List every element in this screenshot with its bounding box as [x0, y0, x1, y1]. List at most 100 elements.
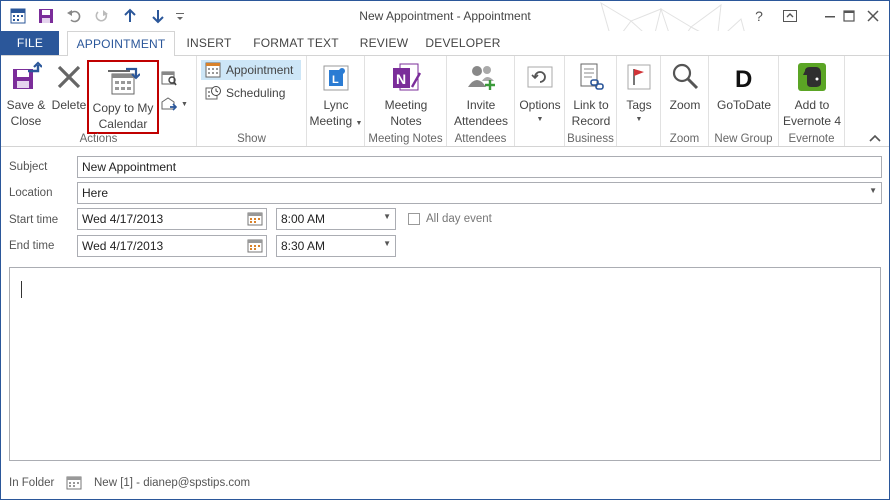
tab-developer[interactable]: DEVELOPER [425, 31, 501, 55]
svg-text:L: L [332, 74, 339, 86]
subject-field[interactable]: New Appointment [77, 156, 882, 178]
delete-icon [52, 60, 86, 94]
end-time-dropdown-icon[interactable]: ▼ [383, 239, 391, 248]
copy-to-my-calendar-button[interactable]: Copy to My Calendar [87, 60, 159, 134]
lync-meeting-caret: ▼ [355, 120, 363, 127]
gotodate-button[interactable]: D GoToDate [711, 60, 777, 113]
invite-attendees-label-1: Invite [466, 98, 496, 112]
show-appointment-label: Appointment [226, 63, 294, 77]
group-new-group: D GoToDate New Group [709, 56, 779, 146]
zoom-magnifier-icon [668, 60, 702, 94]
forward-dropdown-button[interactable]: ▼ [161, 94, 188, 114]
help-button[interactable]: ? [745, 5, 773, 27]
location-value: Here [82, 186, 109, 200]
start-date-calendar-icon[interactable] [247, 211, 263, 227]
options-button[interactable]: Options ▼ [517, 60, 563, 123]
maximize-icon [843, 10, 855, 22]
tab-insert[interactable]: INSERT [183, 31, 235, 55]
copy-to-my-calendar-label-2: Calendar [98, 117, 148, 131]
title-bar: New Appointment - Appointment ? [1, 1, 889, 55]
calendar-search-icon [161, 71, 177, 86]
group-business-label: Business [567, 133, 614, 145]
add-to-evernote-label-2: Evernote 4 [782, 114, 842, 128]
start-time-label: Start time [9, 214, 59, 226]
gotodate-icon: D [727, 60, 761, 94]
collapse-ribbon-button[interactable] [869, 132, 881, 142]
tab-format-text[interactable]: FORMAT TEXT [249, 31, 343, 55]
zoom-button[interactable]: Zoom [663, 60, 707, 113]
forward-icon [161, 97, 177, 111]
end-date-calendar-icon[interactable] [247, 238, 263, 254]
tab-file[interactable]: FILE [1, 31, 59, 55]
start-time-value: 8:00 AM [281, 212, 326, 226]
invite-attendees-label-2: Attendees [453, 114, 509, 128]
group-meeting-notes-label: Meeting Notes [368, 133, 443, 145]
delete-label: Delete [51, 98, 87, 112]
group-attendees: Invite Attendees Attendees [447, 56, 515, 146]
notes-body-editor[interactable] [9, 267, 881, 461]
appointment-window: New Appointment - Appointment ? FILE APP… [0, 0, 890, 500]
group-options: Options ▼ [515, 56, 565, 146]
zoom-label: Zoom [669, 98, 701, 112]
lync-icon: L [319, 60, 353, 94]
add-to-evernote-label-1: Add to [794, 98, 830, 112]
collapse-ribbon-icon [869, 134, 881, 142]
group-zoom-label: Zoom [669, 133, 700, 145]
end-date-field[interactable]: Wed 4/17/2013 [77, 235, 267, 257]
lync-meeting-button[interactable]: L Lync Meeting ▼ [309, 60, 363, 132]
ribbon: Save & Close Delete Copy to My Calendar [1, 55, 889, 147]
subject-label: Subject [9, 161, 48, 173]
tags-flag-icon [622, 60, 656, 94]
lync-meeting-label-1: Lync [323, 98, 349, 112]
link-to-record-button[interactable]: Link to Record [567, 60, 615, 129]
end-time-value: 8:30 AM [281, 239, 326, 253]
start-date-field[interactable]: Wed 4/17/2013 [77, 208, 267, 230]
options-caret: ▼ [536, 116, 544, 123]
calendar-forward-button[interactable] [161, 68, 177, 88]
tags-caret: ▼ [635, 116, 643, 123]
start-time-field[interactable]: 8:00 AM ▼ [276, 208, 396, 230]
ribbon-display-options-button[interactable] [776, 5, 804, 27]
tab-appointment[interactable]: APPOINTMENT [67, 31, 175, 56]
forward-dropdown-caret: ▼ [181, 100, 188, 108]
status-bar: In Folder New [1] - dianep@spstips.com [1, 471, 889, 499]
show-scheduling-button[interactable]: Scheduling [204, 83, 285, 103]
link-to-record-label-2: Record [571, 114, 611, 128]
add-to-evernote-button[interactable]: Add to Evernote 4 [781, 60, 843, 129]
save-close-label-2: Close [10, 114, 42, 128]
tab-review[interactable]: REVIEW [357, 31, 411, 55]
end-time-field[interactable]: 8:30 AM ▼ [276, 235, 396, 257]
options-icon [523, 60, 557, 94]
location-field[interactable]: Here ▼ [77, 182, 882, 204]
gotodate-label: GoToDate [716, 98, 772, 112]
group-actions: Save & Close Delete Copy to My Calendar [1, 56, 197, 146]
group-evernote: Add to Evernote 4 Evernote [779, 56, 845, 146]
invite-attendees-button[interactable]: Invite Attendees [449, 60, 513, 129]
group-business: Link to Record Business [565, 56, 617, 146]
meeting-notes-button[interactable]: N Meeting Notes [375, 60, 437, 129]
copy-to-calendar-icon [106, 64, 140, 97]
group-zoom: Zoom Zoom [661, 56, 709, 146]
in-folder-label: In Folder [9, 477, 55, 489]
evernote-elephant-icon [795, 60, 829, 94]
group-lync: L Lync Meeting ▼ [307, 56, 365, 146]
show-scheduling-label: Scheduling [226, 86, 286, 100]
location-dropdown-icon[interactable]: ▼ [869, 186, 877, 195]
delete-button[interactable]: Delete [49, 60, 89, 113]
tags-button[interactable]: Tags ▼ [619, 60, 659, 123]
save-close-button[interactable]: Save & Close [5, 60, 47, 129]
options-label: Options [519, 98, 561, 112]
folder-name: New [1] - dianep@spstips.com [94, 477, 251, 489]
start-date-value: Wed 4/17/2013 [82, 212, 164, 226]
close-button[interactable] [859, 5, 887, 27]
all-day-checkbox[interactable] [408, 213, 420, 225]
onenote-icon: N [389, 60, 423, 94]
copy-to-my-calendar-label-1: Copy to My [92, 101, 154, 115]
tags-label: Tags [626, 98, 652, 112]
folder-calendar-icon [66, 476, 82, 490]
save-close-icon [9, 60, 43, 94]
text-cursor [21, 281, 22, 298]
show-appointment-button[interactable]: Appointment [201, 60, 301, 80]
end-time-label: End time [9, 240, 55, 252]
start-time-dropdown-icon[interactable]: ▼ [383, 212, 391, 221]
